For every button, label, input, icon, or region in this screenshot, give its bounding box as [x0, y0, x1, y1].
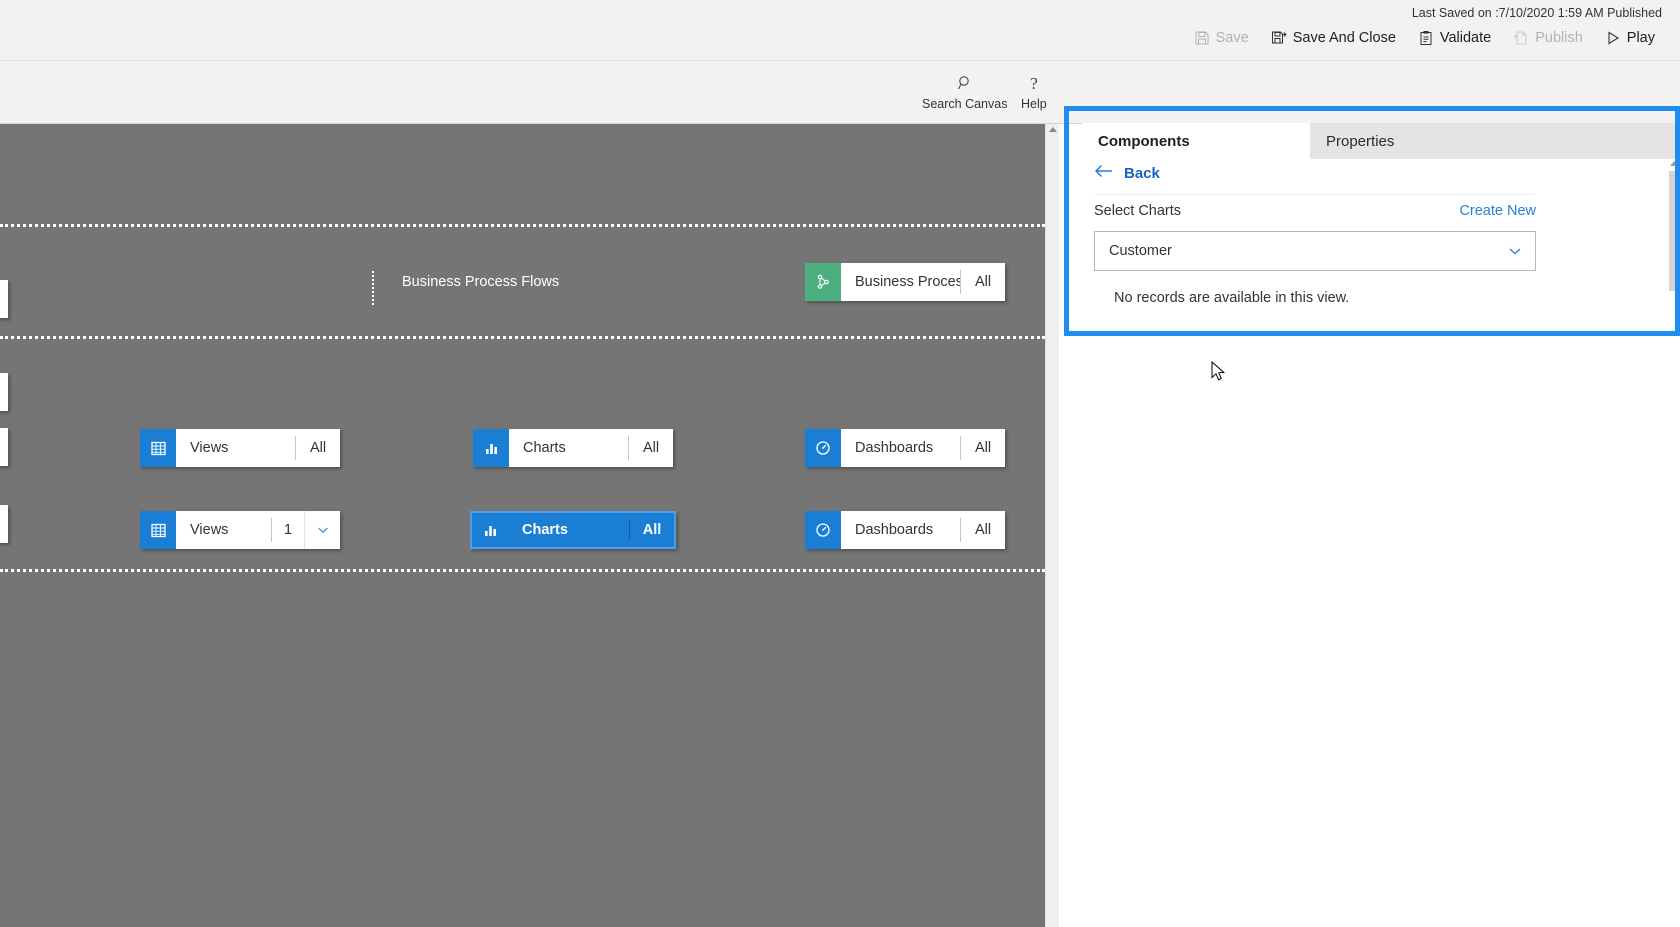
clipped-chip-icon [0, 505, 8, 543]
clipped-chip-icon [0, 280, 8, 318]
select-charts-row: Select Charts Create New [1094, 203, 1536, 219]
question-mark-icon: ? [1025, 72, 1043, 94]
charts-chip-1[interactable]: Charts All [473, 429, 673, 467]
tab-properties[interactable]: Properties [1310, 123, 1680, 159]
charts-combobox-value: Customer [1109, 243, 1172, 259]
clipped-chip[interactable] [0, 280, 8, 318]
chip-label: Views [190, 522, 229, 538]
arrow-left-icon [1094, 163, 1114, 184]
svg-text:?: ? [1030, 74, 1038, 92]
validate-button[interactable]: Validate [1407, 26, 1502, 50]
chip-count: All [309, 440, 327, 456]
dashboards-chip-1[interactable]: Dashboards All [805, 429, 1005, 467]
back-label: Back [1124, 165, 1160, 182]
charts-chip-2[interactable]: Charts All [470, 511, 676, 549]
panel-tabs: Components Properties [1082, 123, 1680, 159]
clipped-chip[interactable] [0, 505, 8, 543]
dashboards-chip-2[interactable]: Dashboards All [805, 511, 1005, 549]
search-canvas-button[interactable]: Search Canvas [912, 69, 1017, 114]
chip-label: Charts [523, 440, 566, 456]
last-saved-status: Last Saved on :7/10/2020 1:59 AM Publish… [1411, 6, 1662, 20]
section-divider [0, 336, 1045, 339]
bar-chart-icon [472, 513, 508, 547]
chip-label: Views [190, 440, 229, 456]
publish-label: Publish [1535, 30, 1583, 46]
validate-icon [1418, 30, 1434, 46]
chip-label: Dashboards [855, 440, 934, 456]
save-and-close-button[interactable]: Save And Close [1260, 26, 1407, 50]
chip-count: All [974, 522, 992, 538]
chip-count: All [642, 522, 662, 538]
empty-records-message: No records are available in this view. [1114, 290, 1350, 306]
panel-divider [1094, 194, 1534, 195]
section-accent-bar [372, 271, 374, 305]
play-label: Play [1626, 30, 1655, 46]
search-icon [956, 72, 974, 94]
chip-label: Business Proces... [855, 274, 960, 290]
chip-count: All [974, 274, 992, 290]
chip-label: Dashboards [855, 522, 934, 538]
panel-content: Back Select Charts Create New Customer N… [1082, 159, 1680, 839]
save-and-close-label: Save And Close [1292, 30, 1396, 46]
grid-icon [140, 511, 176, 549]
clipped-chip-icon [0, 428, 8, 466]
gauge-icon [805, 429, 841, 467]
top-command-bar: Last Saved on :7/10/2020 1:59 AM Publish… [0, 0, 1680, 61]
save-and-close-icon [1271, 30, 1287, 46]
chip-count: All [642, 440, 660, 456]
canvas-scrollbar[interactable] [1045, 124, 1059, 927]
play-button[interactable]: Play [1594, 26, 1666, 50]
section-divider [0, 224, 1045, 227]
clipped-chip-icon [0, 373, 8, 411]
select-charts-label: Select Charts [1094, 203, 1182, 219]
tab-components[interactable]: Components [1082, 123, 1310, 159]
save-button-label: Save [1215, 30, 1249, 46]
publish-button[interactable]: Publish [1502, 26, 1594, 50]
gauge-icon [805, 511, 841, 549]
canvas-toolbar: Search Canvas ? Help [0, 61, 1680, 124]
chip-count: All [974, 440, 992, 456]
validate-label: Validate [1439, 30, 1492, 46]
business-process-flows-label: Business Process Flows [402, 274, 560, 290]
process-flow-icon [805, 263, 841, 301]
scroll-up-arrow-icon[interactable] [1049, 127, 1057, 132]
chevron-down-icon[interactable] [1495, 243, 1535, 259]
grid-icon [140, 429, 176, 467]
save-button[interactable]: Save [1183, 26, 1260, 50]
back-button[interactable]: Back [1094, 163, 1160, 184]
views-chip-1[interactable]: Views All [140, 429, 340, 467]
create-new-link[interactable]: Create New [1459, 203, 1536, 219]
play-icon [1605, 30, 1621, 46]
views-chip-2[interactable]: Views 1 [140, 511, 340, 549]
charts-combobox[interactable]: Customer [1094, 231, 1536, 271]
publish-icon [1513, 30, 1529, 46]
panel-scrollbar-thumb[interactable] [1669, 171, 1678, 291]
chevron-down-icon[interactable] [304, 511, 340, 549]
command-buttons-group: Save Save And Close Validate Publish Pla [1183, 26, 1666, 50]
section-divider [0, 569, 1045, 572]
clipped-chip[interactable] [0, 428, 8, 466]
scroll-up-arrow-icon[interactable] [1670, 161, 1678, 166]
save-icon [1194, 30, 1210, 46]
business-process-flows-chip[interactable]: Business Proces... All [805, 263, 1005, 301]
form-designer-canvas[interactable]: Business Process Flows Business Proces..… [0, 124, 1045, 927]
help-label: Help [1021, 97, 1047, 111]
chip-count: 1 [283, 522, 293, 538]
search-canvas-label: Search Canvas [922, 97, 1008, 111]
clipped-chip[interactable] [0, 373, 8, 411]
help-button[interactable]: ? Help [1011, 69, 1057, 114]
panel-scrollbar[interactable] [1668, 159, 1680, 299]
chip-label: Charts [522, 522, 568, 538]
bar-chart-icon [473, 429, 509, 467]
